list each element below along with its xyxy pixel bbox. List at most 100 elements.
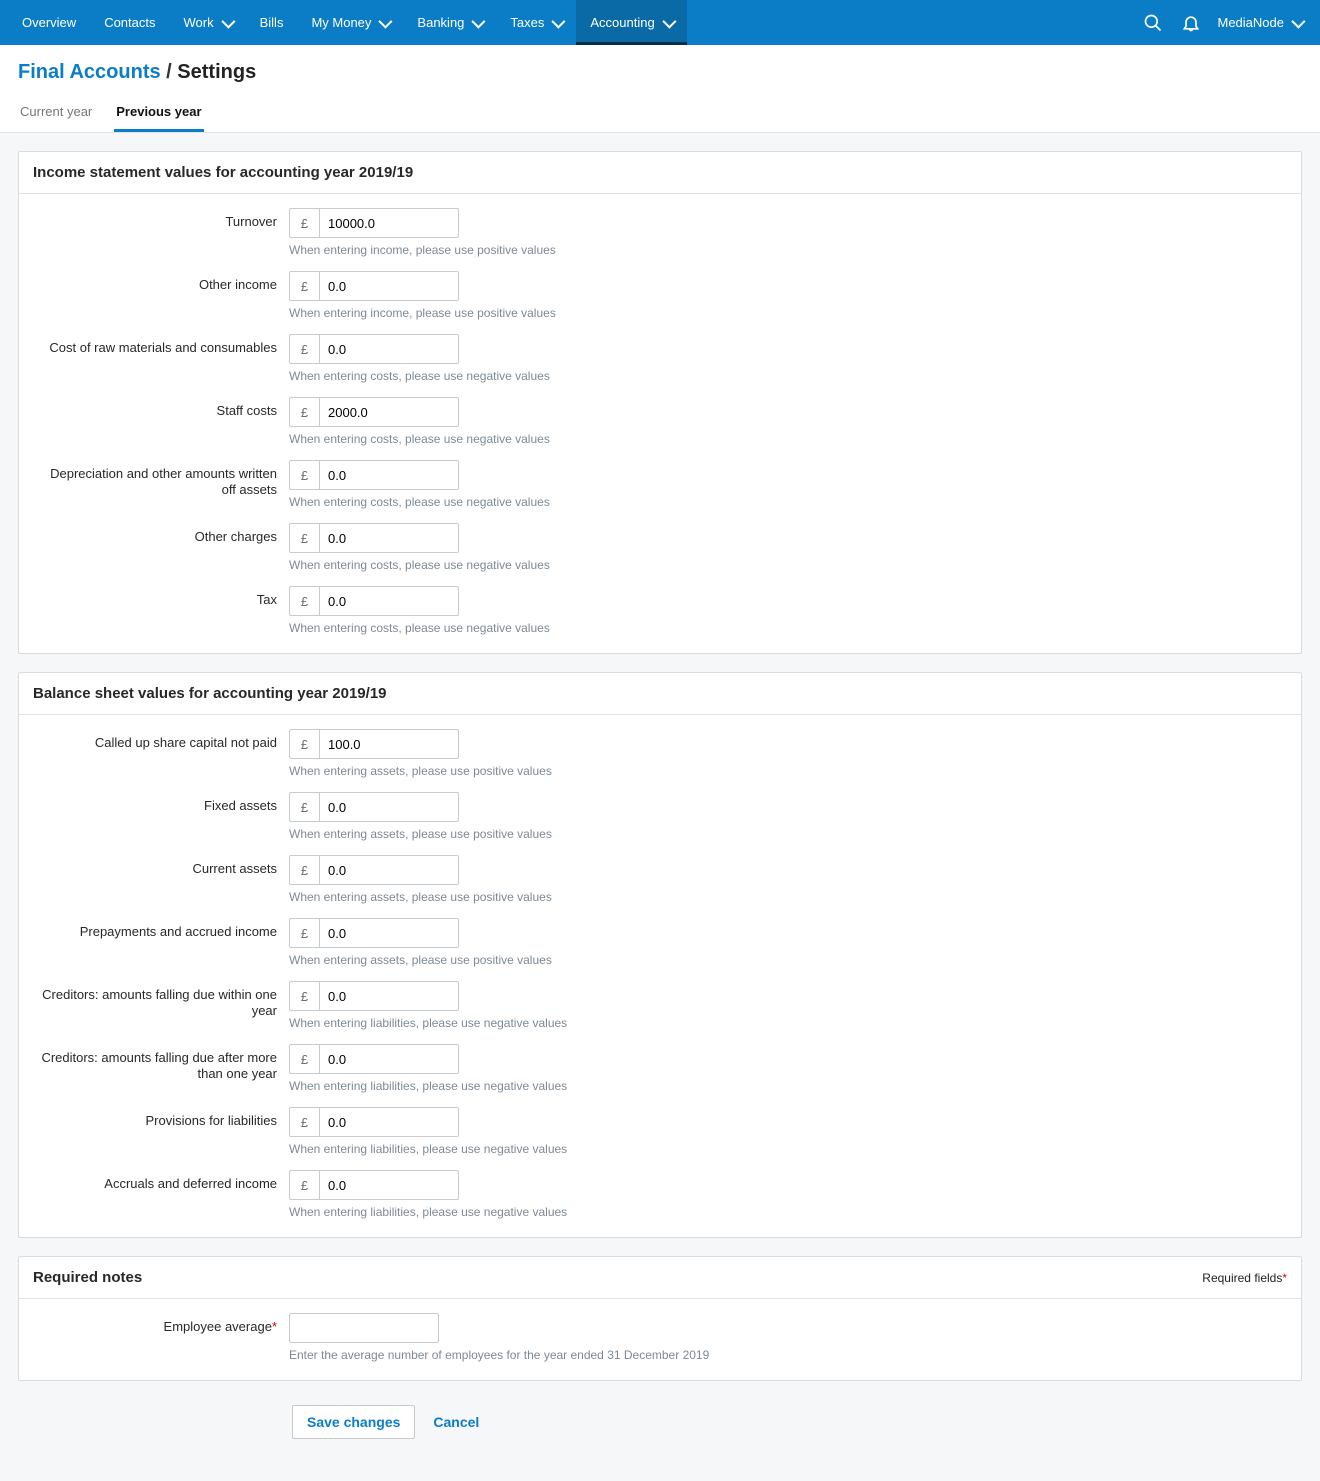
input-group: £ <box>289 855 552 885</box>
currency-prefix: £ <box>289 792 319 822</box>
nav-right: MediaNode <box>1142 0 1313 45</box>
field-column: £When entering assets, please use positi… <box>289 729 552 790</box>
form-row: Depreciation and other amounts written o… <box>33 460 1287 521</box>
field-column: £When entering costs, please use negativ… <box>289 523 550 584</box>
value-input[interactable] <box>319 460 459 490</box>
form-row: Staff costs£ When entering costs, please … <box>33 397 1287 458</box>
value-input[interactable] <box>319 855 459 885</box>
field-label: Creditors: amounts falling due after mor… <box>33 1044 289 1083</box>
value-input[interactable] <box>319 334 459 364</box>
field-hint: When entering liabilities, please use ne… <box>289 1142 567 1156</box>
form-row: Fixed assets£When entering assets, pleas… <box>33 792 1287 853</box>
field-label: Provisions for liabilities <box>33 1107 289 1129</box>
field-label: Depreciation and other amounts written o… <box>33 460 289 499</box>
value-input[interactable] <box>319 981 459 1011</box>
field-hint: When entering assets, please use positiv… <box>289 953 552 967</box>
field-column: £ When entering liabilities, please use n… <box>289 981 567 1042</box>
field-label: Other charges <box>33 523 289 545</box>
form-row: Other income£When entering income, pleas… <box>33 271 1287 332</box>
input-group: £ <box>289 981 567 1011</box>
input-group: £ <box>289 1044 567 1074</box>
form-row: Accruals and deferred income£When enteri… <box>33 1170 1287 1231</box>
value-input[interactable] <box>319 729 459 759</box>
field-label: Staff costs <box>33 397 289 419</box>
field-label: Employee average* <box>33 1313 289 1335</box>
field-column: £When entering liabilities, please use n… <box>289 1170 567 1231</box>
form-row: Called up share capital not paid£When en… <box>33 729 1287 790</box>
field-label: Turnover <box>33 208 289 230</box>
nav-accounting[interactable]: Accounting <box>576 0 686 45</box>
panel-title-text: Income statement values for accounting y… <box>33 164 413 181</box>
field-column: £ When entering costs, please use negativ… <box>289 397 550 458</box>
nav-banking[interactable]: Banking <box>403 0 496 45</box>
currency-prefix: £ <box>289 981 319 1011</box>
nav-bills[interactable]: Bills <box>246 0 298 45</box>
value-input[interactable] <box>319 208 459 238</box>
value-input[interactable] <box>319 1044 459 1074</box>
actions-row: Save changes Cancel <box>18 1399 1302 1463</box>
value-input[interactable] <box>289 1313 439 1343</box>
field-column: £When entering income, please use positi… <box>289 271 556 332</box>
company-menu[interactable]: MediaNode <box>1218 15 1303 30</box>
field-label: Other income <box>33 271 289 293</box>
value-input[interactable] <box>319 792 459 822</box>
tab-current-year[interactable]: Current year <box>18 98 94 132</box>
nav-label: Work <box>184 15 214 30</box>
value-input[interactable] <box>319 397 459 427</box>
value-input[interactable] <box>319 1170 459 1200</box>
nav-label: Bills <box>260 15 284 30</box>
field-column: £When entering costs, please use negativ… <box>289 586 550 647</box>
currency-prefix: £ <box>289 1170 319 1200</box>
field-label: Accruals and deferred income <box>33 1170 289 1192</box>
field-hint: When entering costs, please use negative… <box>289 495 550 509</box>
value-input[interactable] <box>319 523 459 553</box>
tab-previous-year[interactable]: Previous year <box>114 98 203 132</box>
field-hint: When entering costs, please use negative… <box>289 432 550 446</box>
field-hint: Enter the average number of employees fo… <box>289 1348 709 1362</box>
currency-prefix: £ <box>289 729 319 759</box>
search-icon[interactable] <box>1142 12 1164 34</box>
currency-prefix: £ <box>289 855 319 885</box>
nav-left: Overview Contacts Work Bills My Money Ba… <box>8 0 687 45</box>
required-fields-label: Required fields* <box>1202 1271 1287 1285</box>
field-hint: When entering costs, please use negative… <box>289 558 550 572</box>
panel-title-text: Required notes <box>33 1269 142 1286</box>
nav-contacts[interactable]: Contacts <box>90 0 169 45</box>
chevron-down-icon <box>552 14 566 28</box>
nav-work[interactable]: Work <box>170 0 246 45</box>
field-column: £When entering liabilities, please use n… <box>289 1107 567 1168</box>
field-hint: When entering liabilities, please use ne… <box>289 1016 567 1030</box>
input-group: £ <box>289 271 556 301</box>
company-name: MediaNode <box>1218 15 1285 30</box>
value-input[interactable] <box>319 1107 459 1137</box>
nav-label: Banking <box>417 15 464 30</box>
value-input[interactable] <box>319 918 459 948</box>
asterisk-icon: * <box>1282 1271 1287 1285</box>
form-row: Cost of raw materials and consumables£Wh… <box>33 334 1287 395</box>
asterisk-icon: * <box>272 1319 277 1334</box>
currency-prefix: £ <box>289 1044 319 1074</box>
input-group: £ <box>289 208 556 238</box>
field-label: Fixed assets <box>33 792 289 814</box>
currency-prefix: £ <box>289 208 319 238</box>
nav-overview[interactable]: Overview <box>8 0 90 45</box>
field-label: Cost of raw materials and consumables <box>33 334 289 356</box>
save-button[interactable]: Save changes <box>292 1405 415 1439</box>
currency-prefix: £ <box>289 918 319 948</box>
currency-prefix: £ <box>289 397 319 427</box>
nav-taxes[interactable]: Taxes <box>496 0 576 45</box>
nav-my-money[interactable]: My Money <box>297 0 403 45</box>
chevron-down-icon <box>472 14 486 28</box>
field-label: Current assets <box>33 855 289 877</box>
currency-prefix: £ <box>289 460 319 490</box>
input-group: £ <box>289 334 550 364</box>
value-input[interactable] <box>319 586 459 616</box>
value-input[interactable] <box>319 271 459 301</box>
field-label: Creditors: amounts falling due within on… <box>33 981 289 1020</box>
field-hint: When entering income, please use positiv… <box>289 243 556 257</box>
breadcrumb-link[interactable]: Final Accounts <box>18 61 161 83</box>
field-label: Tax <box>33 586 289 608</box>
nav-label: Contacts <box>104 15 155 30</box>
notes-panel: Required notes Required fields* Employee… <box>18 1256 1302 1381</box>
bell-icon[interactable] <box>1180 12 1202 34</box>
